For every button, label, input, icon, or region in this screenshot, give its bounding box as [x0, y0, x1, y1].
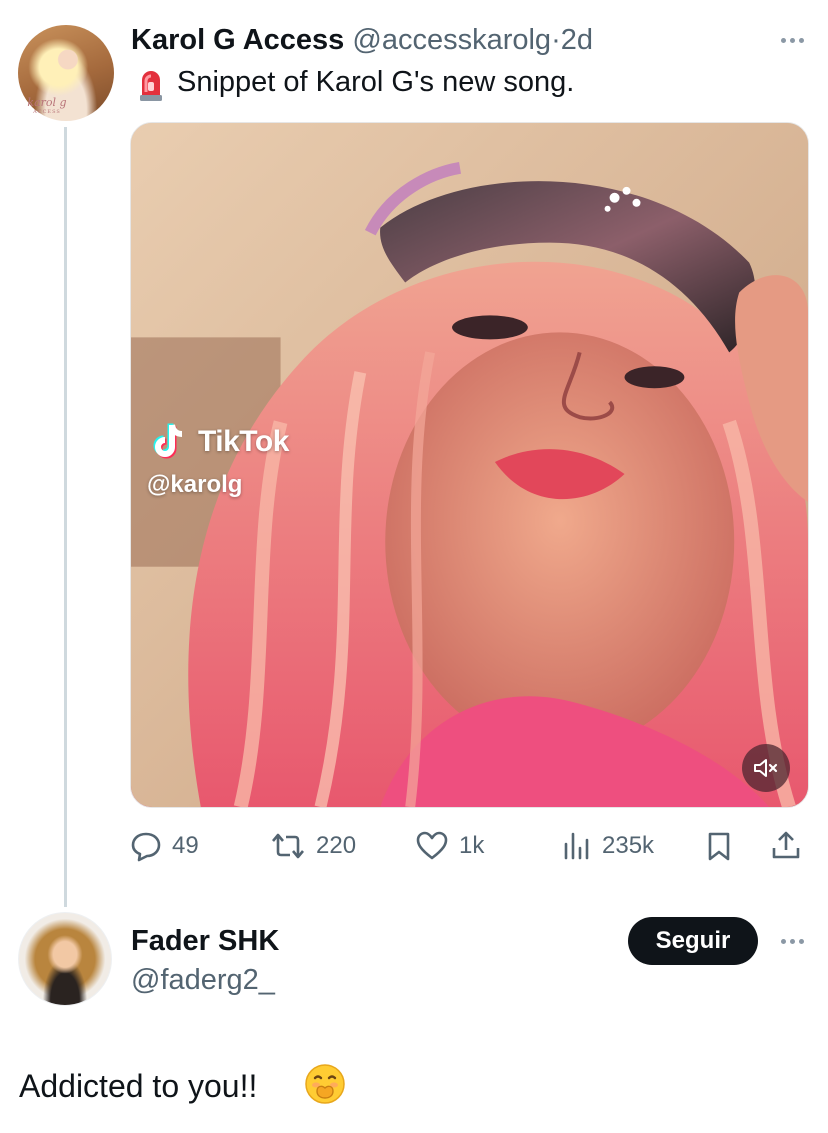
- hand-over-mouth-emoji-icon: [305, 1064, 345, 1104]
- speaker-muted-icon: [754, 759, 778, 777]
- views-button[interactable]: 235k: [562, 826, 654, 866]
- views-count: 235k: [602, 832, 655, 859]
- repost-count: 220: [316, 832, 357, 859]
- thread-line: [64, 127, 67, 907]
- like-count: 1k: [459, 832, 485, 859]
- header-separator: ·: [551, 24, 561, 56]
- share-button[interactable]: [770, 826, 802, 866]
- reply-count: 49: [172, 832, 199, 859]
- tweet-text: Snippet of Karol G's new song.: [177, 66, 575, 98]
- video-player[interactable]: [130, 122, 809, 808]
- reply-author-handle[interactable]: @faderg2_: [131, 962, 275, 998]
- reply-button[interactable]: 49: [130, 826, 199, 866]
- reply-text: Addicted to you!!: [19, 1068, 258, 1104]
- more-options-icon[interactable]: [777, 34, 807, 46]
- tiktok-watermark: TikTok: [198, 425, 289, 458]
- tiktok-logo-icon: [153, 423, 183, 459]
- siren-emoji-icon: [140, 71, 162, 101]
- follow-button[interactable]: Seguir: [628, 917, 758, 965]
- avatar-logo-text: karol g: [27, 96, 67, 109]
- analytics-bars-icon: [564, 832, 589, 860]
- reply-author-name[interactable]: Fader SHK: [131, 923, 279, 959]
- reply-icon: [131, 832, 161, 862]
- share-icon: [772, 831, 800, 859]
- mute-toggle-button[interactable]: [742, 744, 790, 792]
- reply-author-avatar[interactable]: [18, 912, 112, 1006]
- avatar-logo-subtext: ACCESS: [33, 109, 61, 115]
- like-button[interactable]: 1k: [415, 826, 484, 866]
- bookmark-icon: [708, 832, 730, 861]
- bookmark-button[interactable]: [705, 826, 733, 866]
- author-name[interactable]: Karol G Access: [131, 24, 344, 56]
- repost-button[interactable]: 220: [270, 826, 356, 866]
- tiktok-username: @karolg: [147, 471, 243, 498]
- author-handle[interactable]: @accesskarolg: [352, 24, 551, 56]
- repost-icon: [272, 833, 304, 859]
- tweet-header: Karol G Access @accesskarolg·2d: [131, 22, 593, 58]
- reply-more-options-icon[interactable]: [777, 935, 807, 947]
- heart-icon: [416, 831, 448, 860]
- video-frame: [131, 123, 808, 807]
- tweet-timestamp[interactable]: 2d: [561, 24, 593, 56]
